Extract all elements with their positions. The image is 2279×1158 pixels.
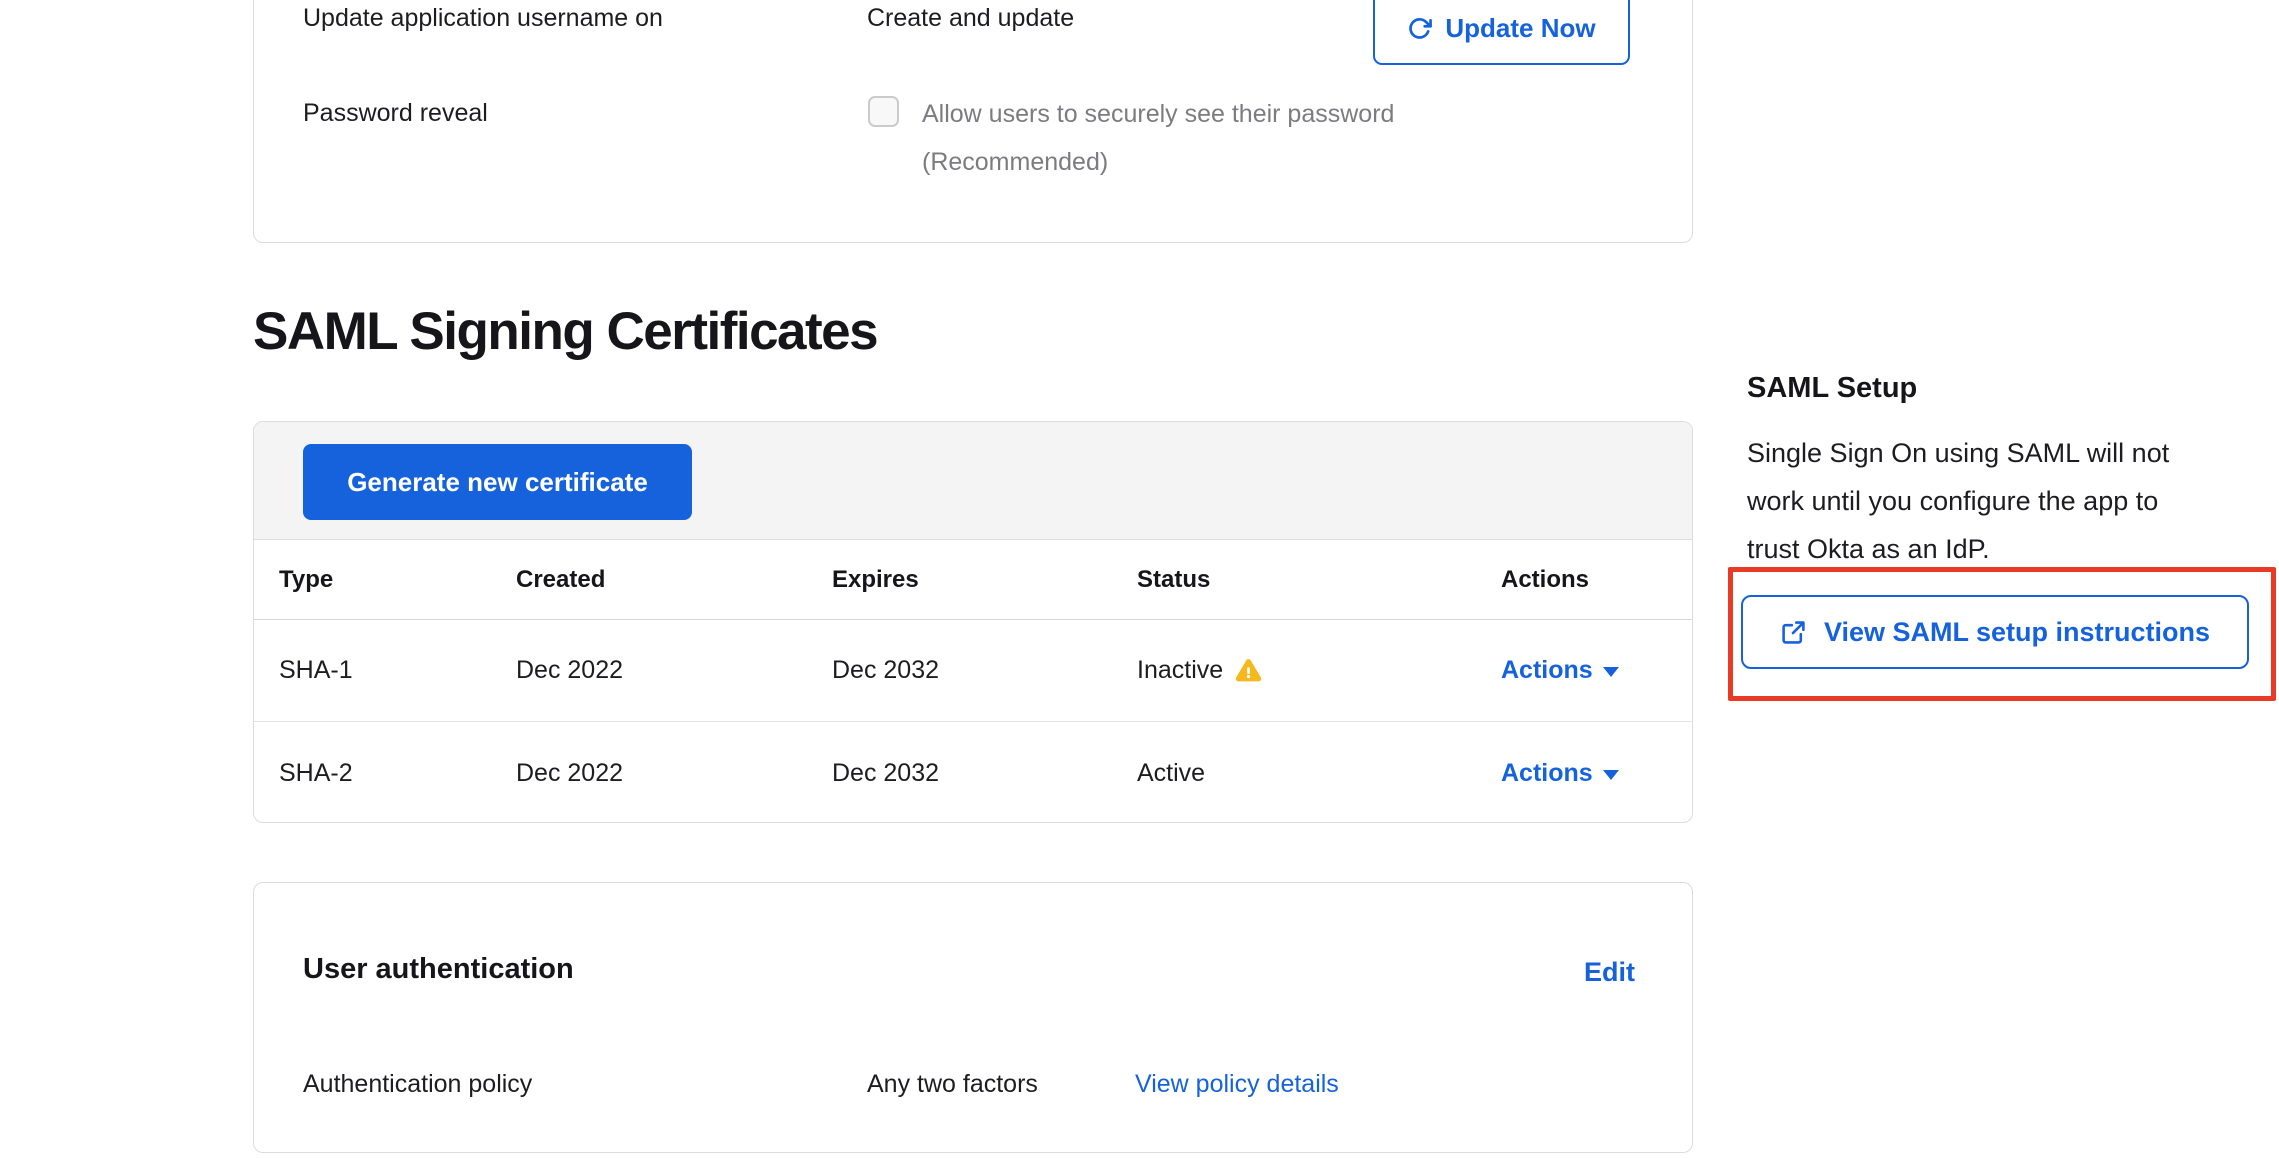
certificates-table: Type Created Expires Status Actions SHA-… [254, 540, 1692, 823]
actions-label: Actions [1501, 656, 1593, 685]
edit-link[interactable]: Edit [1584, 957, 1635, 988]
description-line: trust Okta as an IdP. [1747, 525, 2169, 573]
provisioning-card: Update application username on Create an… [253, 0, 1693, 243]
table-row: SHA-1 Dec 2022 Dec 2032 Inactive Actions [254, 620, 1692, 722]
saml-setup-description: Single Sign On using SAML will not work … [1747, 429, 2169, 573]
authentication-policy-value: Any two factors [867, 1070, 1038, 1099]
column-header-actions: Actions [1476, 566, 1692, 594]
status-text: Active [1137, 759, 1205, 788]
chevron-down-icon [1603, 667, 1619, 677]
password-reveal-label: Password reveal [303, 99, 488, 128]
password-reveal-checkbox-label: Allow users to securely see their passwo… [922, 100, 1394, 129]
cell-expires: Dec 2032 [807, 656, 1112, 685]
description-line: Single Sign On using SAML will not [1747, 429, 2169, 477]
password-reveal-checkbox-note: (Recommended) [922, 148, 1108, 177]
cell-created: Dec 2022 [491, 759, 807, 788]
column-header-expires: Expires [807, 566, 1112, 594]
user-authentication-card: User authentication Edit Authentication … [253, 882, 1693, 1153]
table-row: SHA-2 Dec 2022 Dec 2032 Active Actions [254, 722, 1692, 823]
view-saml-setup-instructions-button[interactable]: View SAML setup instructions [1741, 595, 2249, 669]
cell-expires: Dec 2032 [807, 759, 1112, 788]
password-reveal-checkbox[interactable] [868, 96, 899, 127]
update-now-label: Update Now [1445, 13, 1595, 44]
column-header-status: Status [1112, 566, 1476, 594]
username-update-label: Update application username on [303, 4, 663, 33]
description-line: work until you configure the app to [1747, 477, 2169, 525]
external-link-icon [1780, 619, 1807, 646]
update-now-button[interactable]: Update Now [1373, 0, 1630, 65]
refresh-icon [1407, 16, 1432, 41]
cell-type: SHA-2 [254, 759, 491, 788]
saml-instructions-label: View SAML setup instructions [1824, 617, 2210, 648]
actions-menu-trigger[interactable]: Actions [1476, 759, 1692, 788]
saml-certificates-heading: SAML Signing Certificates [253, 301, 877, 362]
page: Update application username on Create an… [0, 0, 2279, 1158]
saml-setup-heading: SAML Setup [1747, 372, 1917, 405]
user-authentication-heading: User authentication [303, 953, 574, 986]
actions-label: Actions [1501, 759, 1593, 788]
saml-certificates-card: Generate new certificate Type Created Ex… [253, 421, 1693, 823]
generate-certificate-button[interactable]: Generate new certificate [303, 444, 692, 520]
table-header-row: Type Created Expires Status Actions [254, 540, 1692, 620]
cell-type: SHA-1 [254, 656, 491, 685]
warning-icon [1235, 658, 1262, 684]
actions-menu-trigger[interactable]: Actions [1476, 656, 1692, 685]
username-update-value: Create and update [867, 4, 1074, 33]
authentication-policy-label: Authentication policy [303, 1070, 532, 1099]
chevron-down-icon [1603, 770, 1619, 780]
column-header-created: Created [491, 566, 807, 594]
column-header-type: Type [254, 566, 491, 594]
view-policy-details-link[interactable]: View policy details [1135, 1070, 1339, 1099]
status-text: Inactive [1137, 656, 1223, 685]
cell-status: Active [1112, 759, 1476, 788]
cell-created: Dec 2022 [491, 656, 807, 685]
cell-status: Inactive [1112, 656, 1476, 685]
